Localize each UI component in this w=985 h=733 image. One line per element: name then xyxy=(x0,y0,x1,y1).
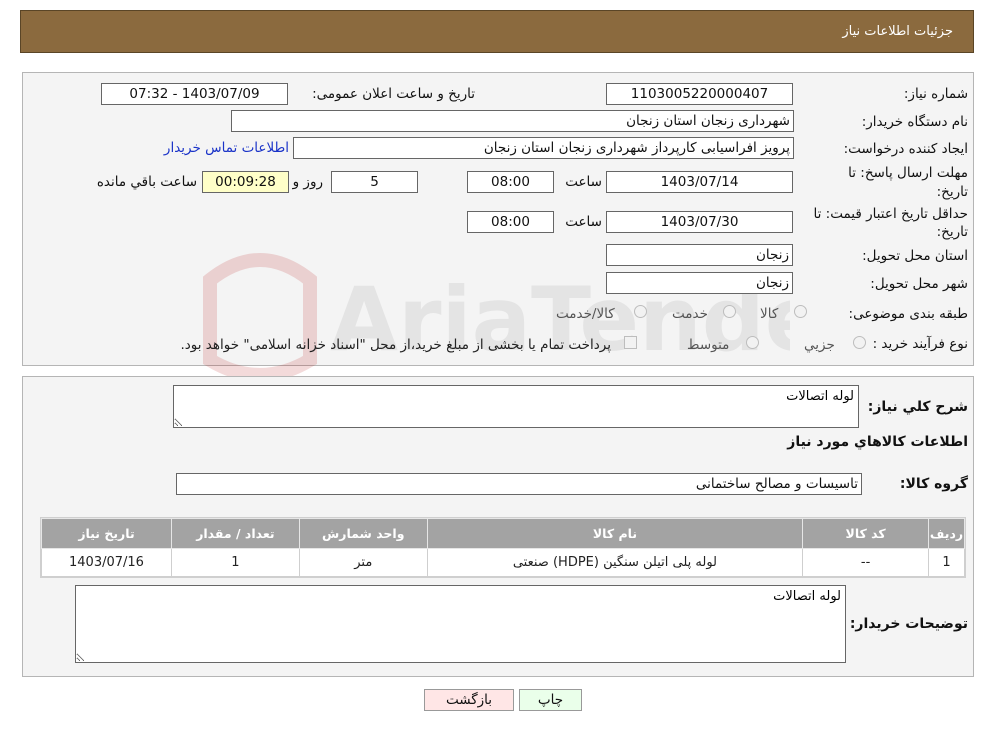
process-minor-label: جزیي xyxy=(804,337,835,353)
category-goods-label: کالا xyxy=(760,306,779,322)
description-label: شرح کلي نياز: xyxy=(867,399,968,415)
validity-date-field: 1403/07/30 xyxy=(606,211,793,233)
announce-label: تاریخ و ساعت اعلان عمومی: xyxy=(312,86,475,102)
buyer-label: نام دستگاه خریدار: xyxy=(861,114,968,130)
buyer-contact-link[interactable]: اطلاعات تماس خریدار xyxy=(164,140,289,156)
creator-field: پرویز افراسیابی کارپرداز شهرداری زنجان ا… xyxy=(293,137,794,159)
col-row-number: رديف xyxy=(928,518,965,549)
remaining-time-field: 00:09:28 xyxy=(202,171,289,193)
deadline-label: مهلت ارسال پاسخ: تا xyxy=(848,165,968,181)
province-label: استان محل تحویل: xyxy=(862,248,968,264)
col-goods-name: نام کالا xyxy=(426,518,804,549)
days-label: روز و xyxy=(292,174,323,190)
category-goods-service-label: کالا/خدمت xyxy=(556,306,615,322)
process-type-label: نوع فرآیند خرید : xyxy=(872,336,968,352)
city-field: زنجان xyxy=(606,272,793,294)
cell-goods-code: -- xyxy=(802,548,930,577)
category-service-label: خدمت xyxy=(672,306,708,322)
table-header-row: رديف کد کالا نام کالا واحد شمارش تعداد /… xyxy=(41,518,965,549)
description-textarea[interactable]: لوله اتصالات xyxy=(173,385,859,428)
category-service-radio[interactable] xyxy=(723,305,736,318)
category-label: طبقه بندی موضوعی: xyxy=(848,306,968,322)
cell-quantity: 1 xyxy=(170,548,300,577)
items-table-wrapper: رديف کد کالا نام کالا واحد شمارش تعداد /… xyxy=(40,517,966,578)
buyer-notes-label: توضیحات خریدار: xyxy=(849,616,968,632)
treasury-payment-checkbox[interactable] xyxy=(624,336,637,349)
province-field: زنجان xyxy=(606,244,793,266)
page-header: جزئیات اطلاعات نیاز xyxy=(20,10,974,53)
back-button[interactable]: بازگشت xyxy=(424,689,514,711)
process-minor-radio[interactable] xyxy=(853,336,866,349)
deadline-hour-label: ساعت xyxy=(565,174,602,190)
col-unit: واحد شمارش xyxy=(298,518,428,549)
need-number-field: 1103005220000407 xyxy=(606,83,793,105)
validity-time-field: 08:00 xyxy=(467,211,554,233)
days-field: 5 xyxy=(331,171,418,193)
treasury-payment-note: پرداخت تمام یا بخشی از مبلغ خرید،از محل … xyxy=(180,337,611,353)
process-medium-label: متوسط xyxy=(687,337,730,353)
need-number-label: شماره نیاز: xyxy=(903,86,968,102)
cell-need-date: 1403/07/16 xyxy=(41,548,172,577)
process-medium-radio[interactable] xyxy=(746,336,759,349)
validity-label: حداقل تاریخ اعتبار قیمت: تا xyxy=(813,206,968,222)
col-quantity: تعداد / مقدار xyxy=(170,518,300,549)
deadline-time-field: 08:00 xyxy=(467,171,554,193)
cell-unit: متر xyxy=(298,548,428,577)
goods-group-label: گروه کالا: xyxy=(899,476,968,492)
category-goods-service-radio[interactable] xyxy=(634,305,647,318)
goods-group-field: تاسیسات و مصالح ساختمانی xyxy=(176,473,862,495)
creator-label: ایجاد کننده درخواست: xyxy=(843,141,968,157)
col-goods-code: کد کالا xyxy=(802,518,930,549)
page-title: جزئیات اطلاعات نیاز xyxy=(842,24,953,39)
cell-goods-name: لوله پلی اتیلن سنگین (HDPE) صنعتی xyxy=(426,548,804,577)
validity-hour-label: ساعت xyxy=(565,214,602,230)
validity-label-date: تاریخ: xyxy=(936,224,968,240)
print-button[interactable]: چاپ xyxy=(519,689,582,711)
category-goods-radio[interactable] xyxy=(794,305,807,318)
cell-row-number: 1 xyxy=(928,548,965,577)
items-table: رديف کد کالا نام کالا واحد شمارش تعداد /… xyxy=(41,518,965,577)
remaining-label: ساعت باقي مانده xyxy=(96,174,197,190)
deadline-date-field: 1403/07/14 xyxy=(606,171,793,193)
goods-info-title: اطلاعات کالاهاي مورد نياز xyxy=(787,434,968,450)
city-label: شهر محل تحویل: xyxy=(870,276,968,292)
announce-field: 1403/07/09 - 07:32 xyxy=(101,83,288,105)
buyer-notes-textarea[interactable]: لوله اتصالات xyxy=(75,585,846,663)
buyer-field: شهرداری زنجان استان زنجان xyxy=(231,110,794,132)
deadline-label-date: تاریخ: xyxy=(936,184,968,200)
col-need-date: تاريخ نياز xyxy=(41,518,172,549)
table-row: 1 -- لوله پلی اتیلن سنگین (HDPE) صنعتی م… xyxy=(41,548,965,577)
